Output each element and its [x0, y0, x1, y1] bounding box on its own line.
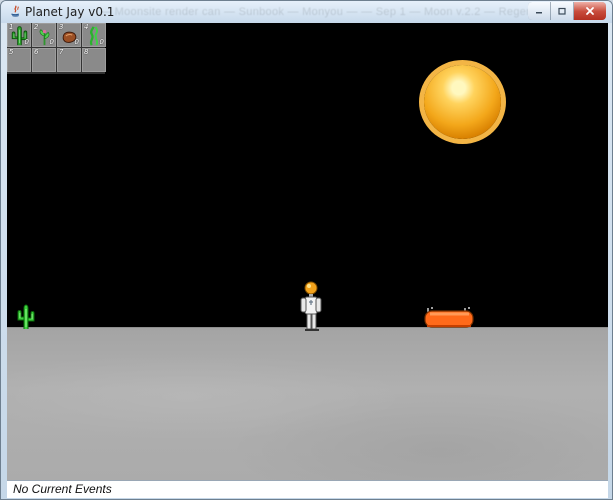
inventory-grid: 1 0 2 0 3 0 4 0 5 6 7 8	[7, 23, 106, 74]
status-bar: No Current Events	[7, 480, 608, 498]
slot-count: 0	[24, 38, 29, 46]
minimize-icon	[536, 12, 542, 14]
slot-number: 8	[84, 48, 89, 56]
inventory-slot-6[interactable]: 6	[32, 48, 56, 72]
close-button[interactable]	[574, 2, 606, 20]
astronaut-icon[interactable]	[300, 281, 322, 331]
inventory-slot-3[interactable]: 3 0	[57, 23, 81, 47]
window-controls	[528, 2, 606, 20]
inventory-slot-8[interactable]: 8	[82, 48, 106, 72]
game-window: Planet Jay v0.1 — Moonsite render can — …	[0, 0, 613, 500]
inventory-slot-5[interactable]: 5	[7, 48, 31, 72]
sun-icon	[424, 65, 501, 139]
slot-number: 5	[9, 48, 14, 56]
maximize-button[interactable]	[551, 2, 574, 20]
status-message: No Current Events	[13, 482, 112, 496]
background-title-text: — Moonsite render can — Sunbook — Monyou…	[100, 6, 536, 18]
slot-number: 7	[59, 48, 64, 56]
inventory-slot-2[interactable]: 2 0	[32, 23, 56, 47]
rover-icon[interactable]	[423, 301, 475, 329]
cactus-plant-icon[interactable]	[16, 304, 36, 329]
slot-number: 6	[34, 48, 39, 56]
inventory-slot-1[interactable]: 1 0	[7, 23, 31, 47]
inventory-slot-7[interactable]: 7	[57, 48, 81, 72]
maximize-icon	[558, 7, 566, 15]
close-icon	[586, 7, 594, 15]
planet-ground[interactable]	[7, 327, 608, 480]
minimize-button[interactable]	[528, 2, 551, 20]
slot-count: 0	[99, 38, 104, 46]
slot-count: 0	[74, 38, 79, 46]
slot-count: 0	[49, 38, 54, 46]
game-canvas[interactable]: 1 0 2 0 3 0 4 0 5 6 7 8	[7, 23, 608, 480]
title-bar[interactable]: Planet Jay v0.1 — Moonsite render can — …	[1, 1, 612, 23]
inventory-slot-4[interactable]: 4 0	[82, 23, 106, 47]
java-app-icon	[11, 5, 20, 17]
